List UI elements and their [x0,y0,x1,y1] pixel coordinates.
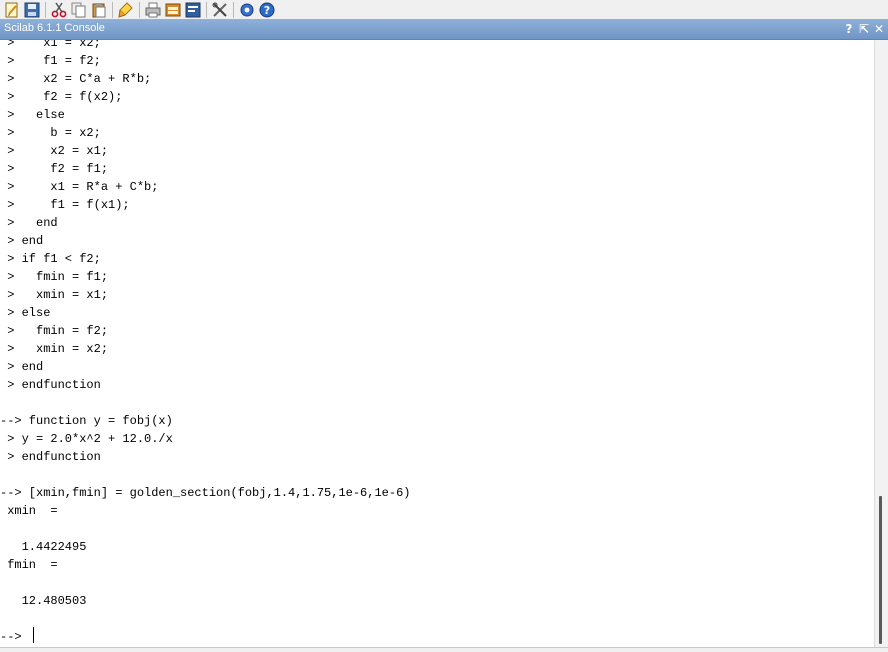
console-line: > fmin = f2; [0,324,109,338]
console-line: > xmin = x2; [0,342,109,356]
console-line: > endfunction [0,378,101,392]
svg-text:?: ? [264,4,270,17]
module-manager-icon[interactable] [239,2,255,18]
console-line: > end [0,360,44,374]
console-line: > f2 = f1; [0,162,109,176]
console-line: 1.4422495 [0,540,87,554]
console-line: --> function y = fobj(x) [0,414,173,428]
toolbar: ? [0,0,888,19]
console-line: > else [0,306,51,320]
window-bottom-border [0,647,888,652]
browser-icon[interactable] [165,2,181,18]
new-editor-icon[interactable] [4,2,20,18]
text-cursor [33,627,34,643]
console-line: xmin = [0,504,58,518]
console-line: --> [xmin,fmin] = golden_section(fobj,1.… [0,486,411,500]
toolbar-separator [139,1,140,18]
console-line: > end [0,234,44,248]
console-line: > x2 = C*a + R*b; [0,72,152,86]
console-line: > x1 = x2; [0,40,101,50]
console-line: > else [0,108,65,122]
copy-icon[interactable] [71,2,87,18]
window-title: Scilab 6.1.1 Console [4,22,105,34]
clear-console-icon[interactable] [118,1,134,18]
console-line: > f2 = f(x2); [0,90,123,104]
console-prompt-line[interactable]: --> [0,628,29,646]
console-line: > x2 = x1; [0,144,109,158]
console-line: > fmin = f1; [0,270,109,284]
toolbar-separator [233,1,234,18]
console-line: > endfunction [0,450,101,464]
console-output[interactable]: > x1 = x2; > f1 = f2; > x2 = C*a + R*b; … [0,40,874,647]
console-line: > f1 = f(x1); [0,198,130,212]
console-line: > if f1 < f2; [0,252,101,266]
paste-icon[interactable] [91,2,107,18]
console-line: fmin = [0,558,58,572]
toolbar-separator [112,1,113,18]
toolbar-separator [45,1,46,18]
scrollbar-thumb[interactable] [879,496,882,644]
console-line: > x1 = R*a + C*b; [0,180,159,194]
toolbar-separator [206,1,207,18]
vertical-scrollbar[interactable] [874,40,888,647]
console-icon[interactable] [185,2,201,18]
console-line: > xmin = x1; [0,288,109,302]
save-icon[interactable] [24,2,40,18]
console-line: > f1 = f2; [0,54,101,68]
help-button[interactable]: ? [843,22,855,36]
console-line: > b = x2; [0,126,101,140]
undock-button[interactable]: ⇱ [858,22,870,36]
tools-icon[interactable] [212,2,228,18]
cut-icon[interactable] [51,2,67,18]
help-icon[interactable]: ? [259,2,275,18]
console-line: > end [0,216,58,230]
print-icon[interactable] [145,2,161,18]
console-title-bar[interactable]: Scilab 6.1.1 Console ? ⇱ ✕ [0,19,888,40]
close-button[interactable]: ✕ [873,22,885,36]
console-line: 12.480503 [0,594,87,608]
console-line: > y = 2.0*x^2 + 12.0./x [0,432,173,446]
